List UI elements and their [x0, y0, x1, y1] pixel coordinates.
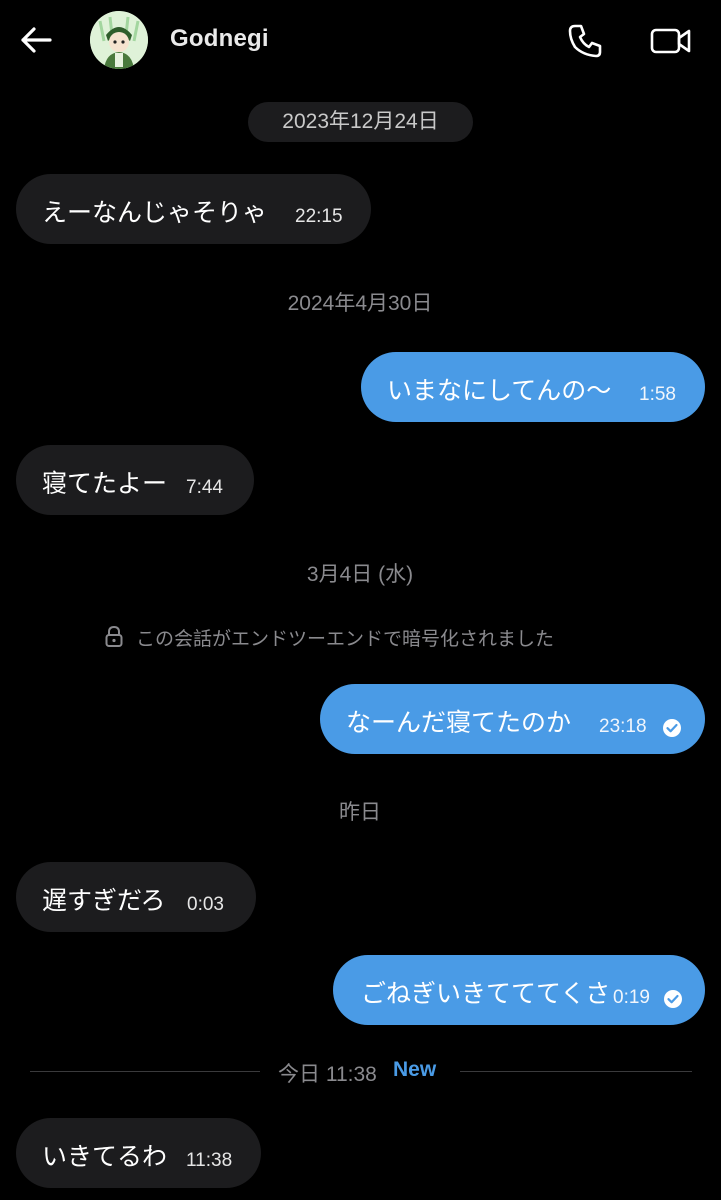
arrow-left-icon [21, 27, 52, 53]
today-divider-label: 今日 11:38 [278, 1063, 377, 1086]
message-text: いきてるわ [42, 1142, 168, 1171]
message-time: 22:15 [295, 206, 343, 227]
phone-icon [568, 24, 602, 58]
video-call-button[interactable] [650, 24, 692, 58]
message-text: ごねぎいきてててくさ [361, 979, 611, 1008]
video-camera-icon [650, 28, 691, 54]
date-separator: 昨日 [339, 801, 381, 824]
message-time: 23:18 [599, 716, 647, 737]
message-text: いまなにしてんの〜 [387, 376, 612, 405]
lock-icon [105, 625, 123, 647]
message-text: えーなんじゃそりゃ [42, 198, 268, 227]
voice-call-button[interactable] [566, 22, 604, 60]
message-time: 1:58 [639, 384, 676, 405]
read-check-icon [663, 719, 681, 737]
message-text: なーんだ寝てたのか [346, 708, 572, 737]
divider-line-left [30, 1071, 260, 1072]
read-check-icon [664, 990, 682, 1008]
date-separator: 2023年12月24日 [248, 102, 473, 142]
divider-line-right [460, 1071, 692, 1072]
contact-name[interactable]: Godnegi [170, 25, 269, 53]
message-bubble-incoming[interactable]: いきてるわ 11:38 [16, 1118, 261, 1188]
date-separator: 2024年4月30日 [287, 292, 433, 315]
message-time: 0:19 [613, 987, 650, 1008]
avatar-image [90, 11, 148, 69]
message-time: 7:44 [186, 477, 223, 498]
message-time: 11:38 [186, 1150, 233, 1171]
message-bubble-outgoing[interactable]: なーんだ寝てたのか 23:18 [320, 684, 705, 754]
message-bubble-incoming[interactable]: えーなんじゃそりゃ 22:15 [16, 174, 371, 244]
message-bubble-outgoing[interactable]: いまなにしてんの〜 1:58 [361, 352, 705, 422]
new-messages-badge: New [393, 1058, 437, 1081]
message-text: 寝てたよー [42, 469, 168, 498]
message-bubble-incoming[interactable]: 遅すぎだろ 0:03 [16, 862, 256, 932]
message-bubble-outgoing[interactable]: ごねぎいきてててくさ 0:19 [333, 955, 705, 1025]
message-time: 0:03 [187, 894, 224, 915]
chat-header: Godnegi [0, 0, 721, 84]
message-bubble-incoming[interactable]: 寝てたよー 7:44 [16, 445, 254, 515]
back-button[interactable] [18, 24, 54, 56]
avatar[interactable] [90, 11, 148, 69]
date-separator: 3月4日 (水) [306, 563, 414, 586]
message-text: 遅すぎだろ [42, 886, 166, 915]
encryption-notice-text: この会話がエンドツーエンドで暗号化されました [136, 628, 555, 650]
